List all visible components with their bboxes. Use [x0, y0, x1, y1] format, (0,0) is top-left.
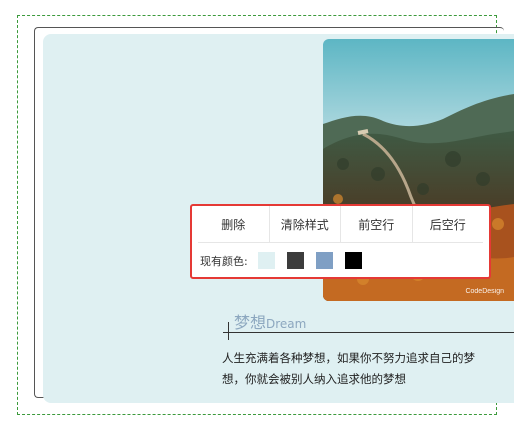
color-swatch-dark-gray[interactable]	[286, 252, 304, 269]
paragraph-text[interactable]: 人生充满着各种梦想，如果你不努力追求自己的梦 想，你就会被别人纳入追求他的梦想	[222, 348, 514, 390]
existing-colors-label: 现有颜色:	[200, 254, 248, 268]
color-swatch-light-teal[interactable]	[257, 252, 275, 269]
paragraph-line-2: 想，你就会被别人纳入追求他的梦想	[222, 372, 406, 386]
photo-watermark: CodeDesign	[465, 288, 504, 295]
color-row: 现有颜色:	[192, 243, 489, 278]
insert-line-after-button[interactable]: 后空行	[411, 206, 484, 242]
clear-style-button[interactable]: 清除样式	[268, 206, 341, 242]
heading-marker-line	[228, 322, 229, 340]
delete-button[interactable]: 删除	[198, 206, 269, 242]
heading-underline	[223, 332, 514, 333]
color-swatch-black[interactable]	[344, 252, 362, 269]
section-heading[interactable]: 梦想 Dream	[234, 309, 306, 333]
toolbar-actions: 删除 清除样式 前空行 后空行	[198, 206, 483, 243]
heading-english: Dream	[266, 317, 307, 331]
insert-line-before-button[interactable]: 前空行	[340, 206, 412, 242]
paragraph-line-1: 人生充满着各种梦想，如果你不努力追求自己的梦	[222, 351, 475, 365]
heading-chinese: 梦想	[234, 313, 267, 332]
color-swatch-blue-gray[interactable]	[315, 252, 333, 269]
block-toolbar: 删除 清除样式 前空行 后空行 现有颜色:	[190, 204, 491, 279]
